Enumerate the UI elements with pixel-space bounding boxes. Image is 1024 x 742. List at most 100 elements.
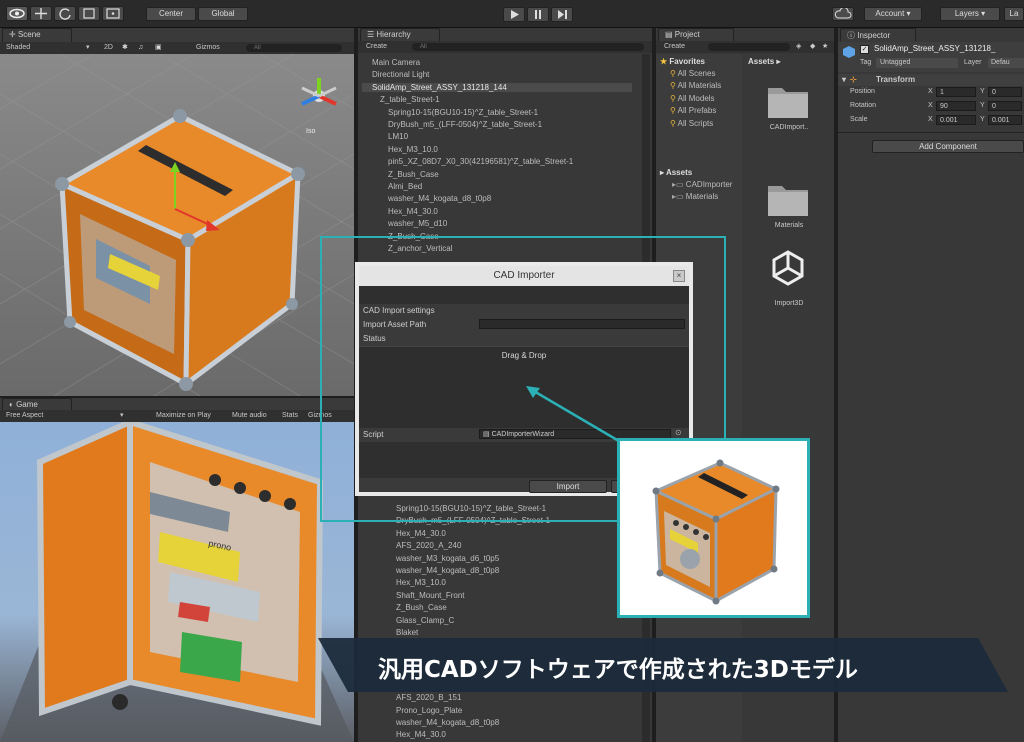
dialog-close-button[interactable]: × <box>673 270 685 282</box>
hierarchy-item[interactable]: DryBush_m5_(LFF-0504)^Z_table_Street-1 <box>388 120 542 129</box>
hierarchy-item[interactable]: Directional Light <box>372 70 429 79</box>
hierarchy-item[interactable]: washer_M5_d10 <box>388 219 447 228</box>
favorite-item[interactable]: ⚲ All Scripts <box>670 119 713 128</box>
cloud-button[interactable] <box>832 7 854 21</box>
persp-label[interactable]: Iso <box>306 128 315 135</box>
script-file-icon: ▤ <box>483 431 490 438</box>
unity-logo-icon[interactable] <box>768 248 808 288</box>
hierarchy-item[interactable]: washer_M4_kogata_d8_t0p8 <box>388 194 491 203</box>
lighting-toggle-icon[interactable]: ✱ <box>122 42 128 54</box>
hierarchy-item[interactable]: pin5_XZ_08D7_X0_30(42196581)^Z_table_Str… <box>388 157 573 166</box>
hierarchy-item[interactable]: Main Camera <box>372 58 420 67</box>
folder-icon[interactable] <box>766 80 810 120</box>
hierarchy-search-input[interactable]: All <box>412 43 644 51</box>
hierarchy-item[interactable]: Z_table_Street-1 <box>380 95 440 104</box>
hierarchy-item[interactable]: Hex_M4_30.0 <box>396 730 446 739</box>
play-button[interactable] <box>503 7 525 22</box>
active-checkbox[interactable]: ✓ <box>860 45 869 54</box>
add-component-button[interactable]: Add Component <box>872 140 1024 153</box>
rotate-tool-button[interactable] <box>54 6 76 21</box>
transform-y-field[interactable]: 0.001 <box>988 115 1022 125</box>
hierarchy-item[interactable]: AFS_2020_B_151 <box>396 693 461 702</box>
asset-item-materials[interactable]: Materials <box>752 222 826 229</box>
view-tool-button[interactable] <box>6 6 28 21</box>
filter-by-label-icon[interactable]: ◆ <box>810 41 815 53</box>
transform-x-field[interactable]: 1 <box>936 87 976 97</box>
hierarchy-item[interactable]: Shaft_Mount_Front <box>396 591 464 600</box>
asset-tree-item[interactable]: ▸▭ CADImporter <box>672 180 732 189</box>
effects-toggle-icon[interactable]: ▣ <box>155 42 162 54</box>
project-search-input[interactable] <box>708 43 790 51</box>
project-create-dropdown[interactable]: Create <box>664 41 685 53</box>
favorite-star-icon[interactable]: ★ <box>822 41 828 53</box>
hierarchy-item[interactable]: Blaket <box>396 628 418 637</box>
move-tool-button[interactable] <box>30 6 52 21</box>
hierarchy-item[interactable]: Almi_Bed <box>388 182 422 191</box>
orientation-gizmo-icon[interactable] <box>296 72 342 122</box>
filter-by-type-icon[interactable]: ◈ <box>796 41 801 53</box>
hierarchy-item[interactable]: LM10 <box>388 132 408 141</box>
transform-component-header[interactable]: ▾ ⊹ Transform <box>838 74 1024 86</box>
favorite-item[interactable]: ⚲ All Materials <box>670 81 721 90</box>
space-global-button[interactable]: Global <box>198 7 248 21</box>
hierarchy-item[interactable]: Hex_M3_10.0 <box>396 578 446 587</box>
hierarchy-item[interactable]: Prono_Logo_Plate <box>396 706 462 715</box>
favorite-item[interactable]: ⚲ All Scenes <box>670 69 715 78</box>
hierarchy-item[interactable]: AFS_2020_A_240 <box>396 541 461 550</box>
scale-tool-button[interactable] <box>78 6 100 21</box>
asset-item-cadimporter[interactable]: CADImport.. <box>752 124 826 131</box>
hierarchy-item[interactable]: Spring10-15(BGU10-15)^Z_table_Street-1 <box>388 108 538 117</box>
gizmos-dropdown[interactable]: Gizmos <box>196 42 220 54</box>
account-dropdown[interactable]: Account ▾ <box>864 7 922 21</box>
hierarchy-item[interactable]: washer_M4_kogata_d8_t0p8 <box>396 566 499 575</box>
tag-dropdown[interactable]: Untagged <box>876 58 958 68</box>
hierarchy-item[interactable]: SolidAmp_Street_ASSY_131218_144 <box>362 82 632 92</box>
layout-dropdown[interactable]: La <box>1004 7 1024 21</box>
hierarchy-item[interactable]: Glass_Clamp_C <box>396 616 454 625</box>
asset-tree-item[interactable]: ▸▭ Materials <box>672 192 718 201</box>
layer-dropdown[interactable]: Defau <box>988 58 1024 68</box>
layers-dropdown[interactable]: Layers ▾ <box>940 7 1000 21</box>
transform-y-field[interactable]: 0 <box>988 87 1022 97</box>
import-button[interactable]: Import <box>529 480 607 493</box>
object-name-field[interactable]: SolidAmp_Street_ASSY_131218_ <box>874 44 1024 53</box>
shading-mode-dropdown[interactable]: Shaded <box>6 42 30 54</box>
tab-project[interactable]: ▤ Project <box>658 28 734 41</box>
hierarchy-item[interactable]: washer_M3_kogata_d6_t0p5 <box>396 554 499 563</box>
tab-inspector[interactable]: ⓘ Inspector <box>840 28 916 41</box>
transform-y-field[interactable]: 0 <box>988 101 1022 111</box>
hierarchy-item[interactable]: Hex_M4_30.0 <box>396 529 446 538</box>
step-button[interactable] <box>551 7 573 22</box>
pause-button[interactable] <box>527 7 549 22</box>
scene-search-input[interactable]: All <box>246 44 342 52</box>
object-picker-icon[interactable]: ⊙ <box>675 428 682 437</box>
hierarchy-item[interactable]: Hex_M4_30.0 <box>388 207 438 216</box>
favorite-item[interactable]: ⚲ All Prefabs <box>670 106 716 115</box>
stats-toggle[interactable]: Stats <box>282 410 298 422</box>
mute-audio-toggle[interactable]: Mute audio <box>232 410 267 422</box>
transform-x-field[interactable]: 90 <box>936 101 976 111</box>
asset-item-import3d[interactable]: Import3D <box>752 300 826 307</box>
hierarchy-item[interactable]: Z_Bush_Case <box>388 170 439 179</box>
mode-2d-toggle[interactable]: 2D <box>104 42 113 54</box>
pivot-center-button[interactable]: Center <box>146 7 196 21</box>
game-viewport[interactable]: prono <box>0 422 354 742</box>
tab-scene[interactable]: ✛ Scene <box>2 28 72 42</box>
hierarchy-item[interactable]: Hex_M3_10.0 <box>388 145 438 154</box>
audio-toggle-icon[interactable]: ♫ <box>138 42 143 54</box>
tab-hierarchy[interactable]: ☰ Hierarchy <box>360 28 440 41</box>
rect-tool-button[interactable] <box>102 6 124 21</box>
maximize-on-play-toggle[interactable]: Maximize on Play <box>156 410 211 422</box>
transform-x-field[interactable]: 0.001 <box>936 115 976 125</box>
folder-icon[interactable] <box>766 178 810 218</box>
assets-tree-header[interactable]: ▸ Assets <box>660 168 692 177</box>
hierarchy-create-dropdown[interactable]: Create <box>366 41 387 53</box>
hierarchy-item[interactable]: Z_Bush_Case <box>396 603 447 612</box>
import-path-field[interactable] <box>479 319 685 329</box>
hierarchy-item[interactable]: washer_M4_kogata_d8_t0p8 <box>396 718 499 727</box>
dialog-titlebar[interactable]: CAD Importer × <box>359 266 689 286</box>
aspect-dropdown[interactable]: Free Aspect <box>6 410 43 422</box>
tab-game[interactable]: ◐ Game <box>2 398 72 410</box>
favorites-header[interactable]: ★ Favorites <box>660 57 705 66</box>
favorite-item[interactable]: ⚲ All Models <box>670 94 715 103</box>
